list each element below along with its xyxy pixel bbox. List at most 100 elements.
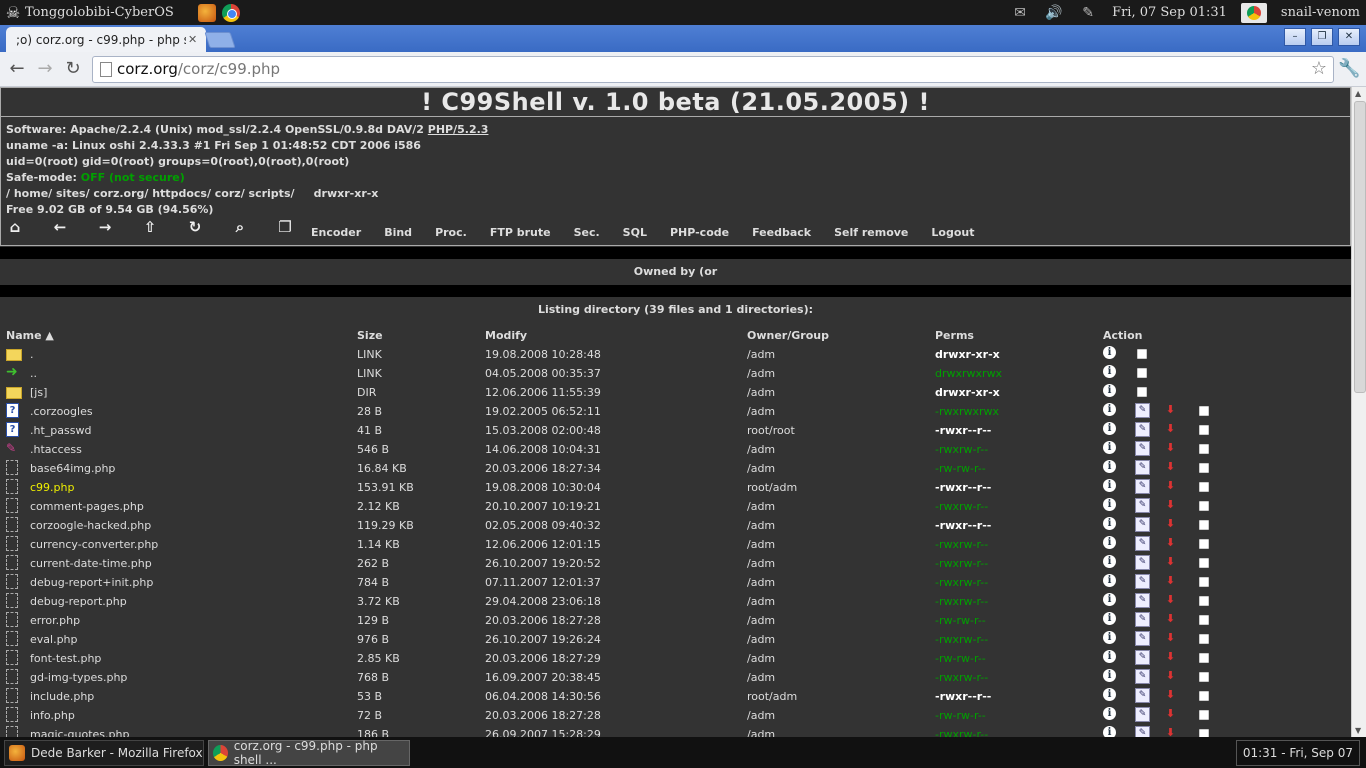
file-select-checkbox[interactable] bbox=[1199, 729, 1209, 737]
file-perms-link[interactable]: -rw-rw-r-- bbox=[935, 652, 986, 665]
file-name-link[interactable]: .corzoogles bbox=[30, 405, 93, 418]
file-info-icon[interactable]: i bbox=[1103, 479, 1116, 492]
task-chrome[interactable]: corz.org - c99.php - php shell ... bbox=[208, 739, 410, 767]
file-info-icon[interactable]: i bbox=[1103, 631, 1116, 644]
php-file-icon[interactable] bbox=[6, 726, 18, 737]
task-firefox[interactable]: Dede Barker - Mozilla Firefox bbox=[4, 740, 204, 766]
php-version-link[interactable]: PHP/5.2.3 bbox=[428, 123, 489, 136]
file-info-icon[interactable]: i bbox=[1103, 346, 1116, 359]
file-info-icon[interactable]: i bbox=[1103, 517, 1116, 530]
menu-encoder[interactable]: Encoder bbox=[311, 226, 361, 239]
file-info-icon[interactable]: i bbox=[1103, 441, 1116, 454]
parent-folder-icon[interactable]: ➜ bbox=[6, 365, 20, 380]
file-download-icon[interactable]: ⬇ bbox=[1164, 498, 1177, 511]
htaccess-key-icon[interactable]: ✎ bbox=[6, 441, 20, 456]
col-modify[interactable]: Modify bbox=[485, 329, 527, 342]
php-file-icon[interactable] bbox=[6, 536, 18, 551]
file-perms-link[interactable]: -rwxrw-r-- bbox=[935, 500, 988, 513]
menu-php-code[interactable]: PHP-code bbox=[670, 226, 729, 239]
scroll-down-icon[interactable]: ▼ bbox=[1355, 726, 1361, 735]
file-info-icon[interactable]: i bbox=[1103, 536, 1116, 549]
buffer-icon[interactable]: ❐ bbox=[276, 218, 294, 236]
file-name-link[interactable]: font-test.php bbox=[30, 652, 101, 665]
forward-arrow-icon[interactable]: → bbox=[34, 58, 56, 79]
menu-sec[interactable]: Sec. bbox=[574, 226, 600, 239]
firefox-launcher-icon[interactable] bbox=[197, 3, 216, 22]
bookmark-star-icon[interactable]: ☆ bbox=[1311, 58, 1327, 79]
address-bar[interactable]: corz.org/corz/c99.php ☆ bbox=[92, 56, 1334, 83]
file-edit-icon[interactable]: ✎ bbox=[1135, 479, 1150, 494]
file-edit-icon[interactable]: ✎ bbox=[1135, 422, 1150, 437]
file-info-icon[interactable]: i bbox=[1103, 707, 1116, 720]
file-perms-link[interactable]: drwxrwxrwx bbox=[935, 367, 1002, 380]
new-tab-button[interactable] bbox=[204, 32, 236, 48]
username[interactable]: snail-venom bbox=[1281, 5, 1360, 20]
php-file-icon[interactable] bbox=[6, 593, 18, 608]
php-file-icon[interactable] bbox=[6, 631, 18, 646]
file-edit-icon[interactable]: ✎ bbox=[1135, 403, 1150, 418]
file-download-icon[interactable]: ⬇ bbox=[1164, 517, 1177, 530]
chrome-launcher-icon[interactable] bbox=[221, 3, 240, 22]
file-name-link[interactable]: eval.php bbox=[30, 633, 78, 646]
file-select-checkbox[interactable] bbox=[1199, 406, 1209, 416]
file-select-checkbox[interactable] bbox=[1137, 368, 1147, 378]
php-file-icon[interactable] bbox=[6, 479, 18, 494]
file-name-link[interactable]: base64img.php bbox=[30, 462, 115, 475]
wrench-menu-icon[interactable]: 🔧 bbox=[1338, 58, 1360, 79]
file-select-checkbox[interactable] bbox=[1199, 596, 1209, 606]
file-edit-icon[interactable]: ✎ bbox=[1135, 498, 1150, 513]
file-info-icon[interactable]: i bbox=[1103, 365, 1116, 378]
file-download-icon[interactable]: ⬇ bbox=[1164, 555, 1177, 568]
forward-icon[interactable]: → bbox=[96, 218, 114, 236]
php-file-icon[interactable] bbox=[6, 669, 18, 684]
file-select-checkbox[interactable] bbox=[1137, 349, 1147, 359]
file-perms-link[interactable]: drwxr-xr-x bbox=[935, 386, 1000, 399]
file-info-icon[interactable]: i bbox=[1103, 688, 1116, 701]
file-info-icon[interactable]: i bbox=[1103, 422, 1116, 435]
file-download-icon[interactable]: ⬇ bbox=[1164, 612, 1177, 625]
file-perms-link[interactable]: -rwxrw-r-- bbox=[935, 576, 988, 589]
search-icon[interactable]: ⌕ bbox=[231, 218, 249, 236]
file-perms-link[interactable]: -rwxrw-r-- bbox=[935, 728, 988, 737]
file-edit-icon[interactable]: ✎ bbox=[1135, 631, 1150, 646]
file-name-link[interactable]: error.php bbox=[30, 614, 80, 627]
page-scrollbar[interactable]: ▲ ▼ bbox=[1351, 87, 1366, 737]
file-edit-icon[interactable]: ✎ bbox=[1135, 517, 1150, 532]
file-edit-icon[interactable]: ✎ bbox=[1135, 574, 1150, 589]
file-perms-link[interactable]: -rwxr--r-- bbox=[935, 481, 991, 494]
folder-icon[interactable] bbox=[6, 387, 22, 399]
file-select-checkbox[interactable] bbox=[1199, 710, 1209, 720]
file-select-checkbox[interactable] bbox=[1199, 425, 1209, 435]
file-name-link[interactable]: .ht_passwd bbox=[30, 424, 91, 437]
menu-logout[interactable]: Logout bbox=[931, 226, 974, 239]
file-perms-link[interactable]: -rwxr--r-- bbox=[935, 424, 991, 437]
php-file-icon[interactable] bbox=[6, 707, 18, 722]
file-download-icon[interactable]: ⬇ bbox=[1164, 669, 1177, 682]
minimize-button[interactable]: – bbox=[1284, 28, 1306, 46]
col-perms[interactable]: Perms bbox=[935, 329, 974, 342]
file-name-link[interactable]: .. bbox=[30, 367, 37, 380]
file-edit-icon[interactable]: ✎ bbox=[1135, 726, 1150, 737]
home-icon[interactable]: ⌂ bbox=[6, 218, 24, 236]
file-perms-link[interactable]: -rwxrw-r-- bbox=[935, 538, 988, 551]
file-edit-icon[interactable]: ✎ bbox=[1135, 707, 1150, 722]
sort-arrow-icon[interactable]: ▲ bbox=[45, 329, 53, 342]
file-info-icon[interactable]: i bbox=[1103, 650, 1116, 663]
file-select-checkbox[interactable] bbox=[1199, 444, 1209, 454]
file-info-icon[interactable]: i bbox=[1103, 555, 1116, 568]
up-folder-icon[interactable]: ⇧ bbox=[141, 218, 159, 236]
file-perms-link[interactable]: -rwxrw-r-- bbox=[935, 595, 988, 608]
tab-close-icon[interactable]: ✕ bbox=[188, 33, 197, 46]
file-select-checkbox[interactable] bbox=[1199, 691, 1209, 701]
file-edit-icon[interactable]: ✎ bbox=[1135, 650, 1150, 665]
file-edit-icon[interactable]: ✎ bbox=[1135, 688, 1150, 703]
file-perms-link[interactable]: -rwxr--r-- bbox=[935, 519, 991, 532]
file-info-icon[interactable]: i bbox=[1103, 593, 1116, 606]
file-select-checkbox[interactable] bbox=[1199, 615, 1209, 625]
file-perms-link[interactable]: -rwxrw-r-- bbox=[935, 633, 988, 646]
file-name-link[interactable]: current-date-time.php bbox=[30, 557, 152, 570]
file-edit-icon[interactable]: ✎ bbox=[1135, 441, 1150, 456]
file-perms-link[interactable]: -rwxrw-r-- bbox=[935, 443, 988, 456]
file-select-checkbox[interactable] bbox=[1199, 539, 1209, 549]
menu-bind[interactable]: Bind bbox=[384, 226, 412, 239]
